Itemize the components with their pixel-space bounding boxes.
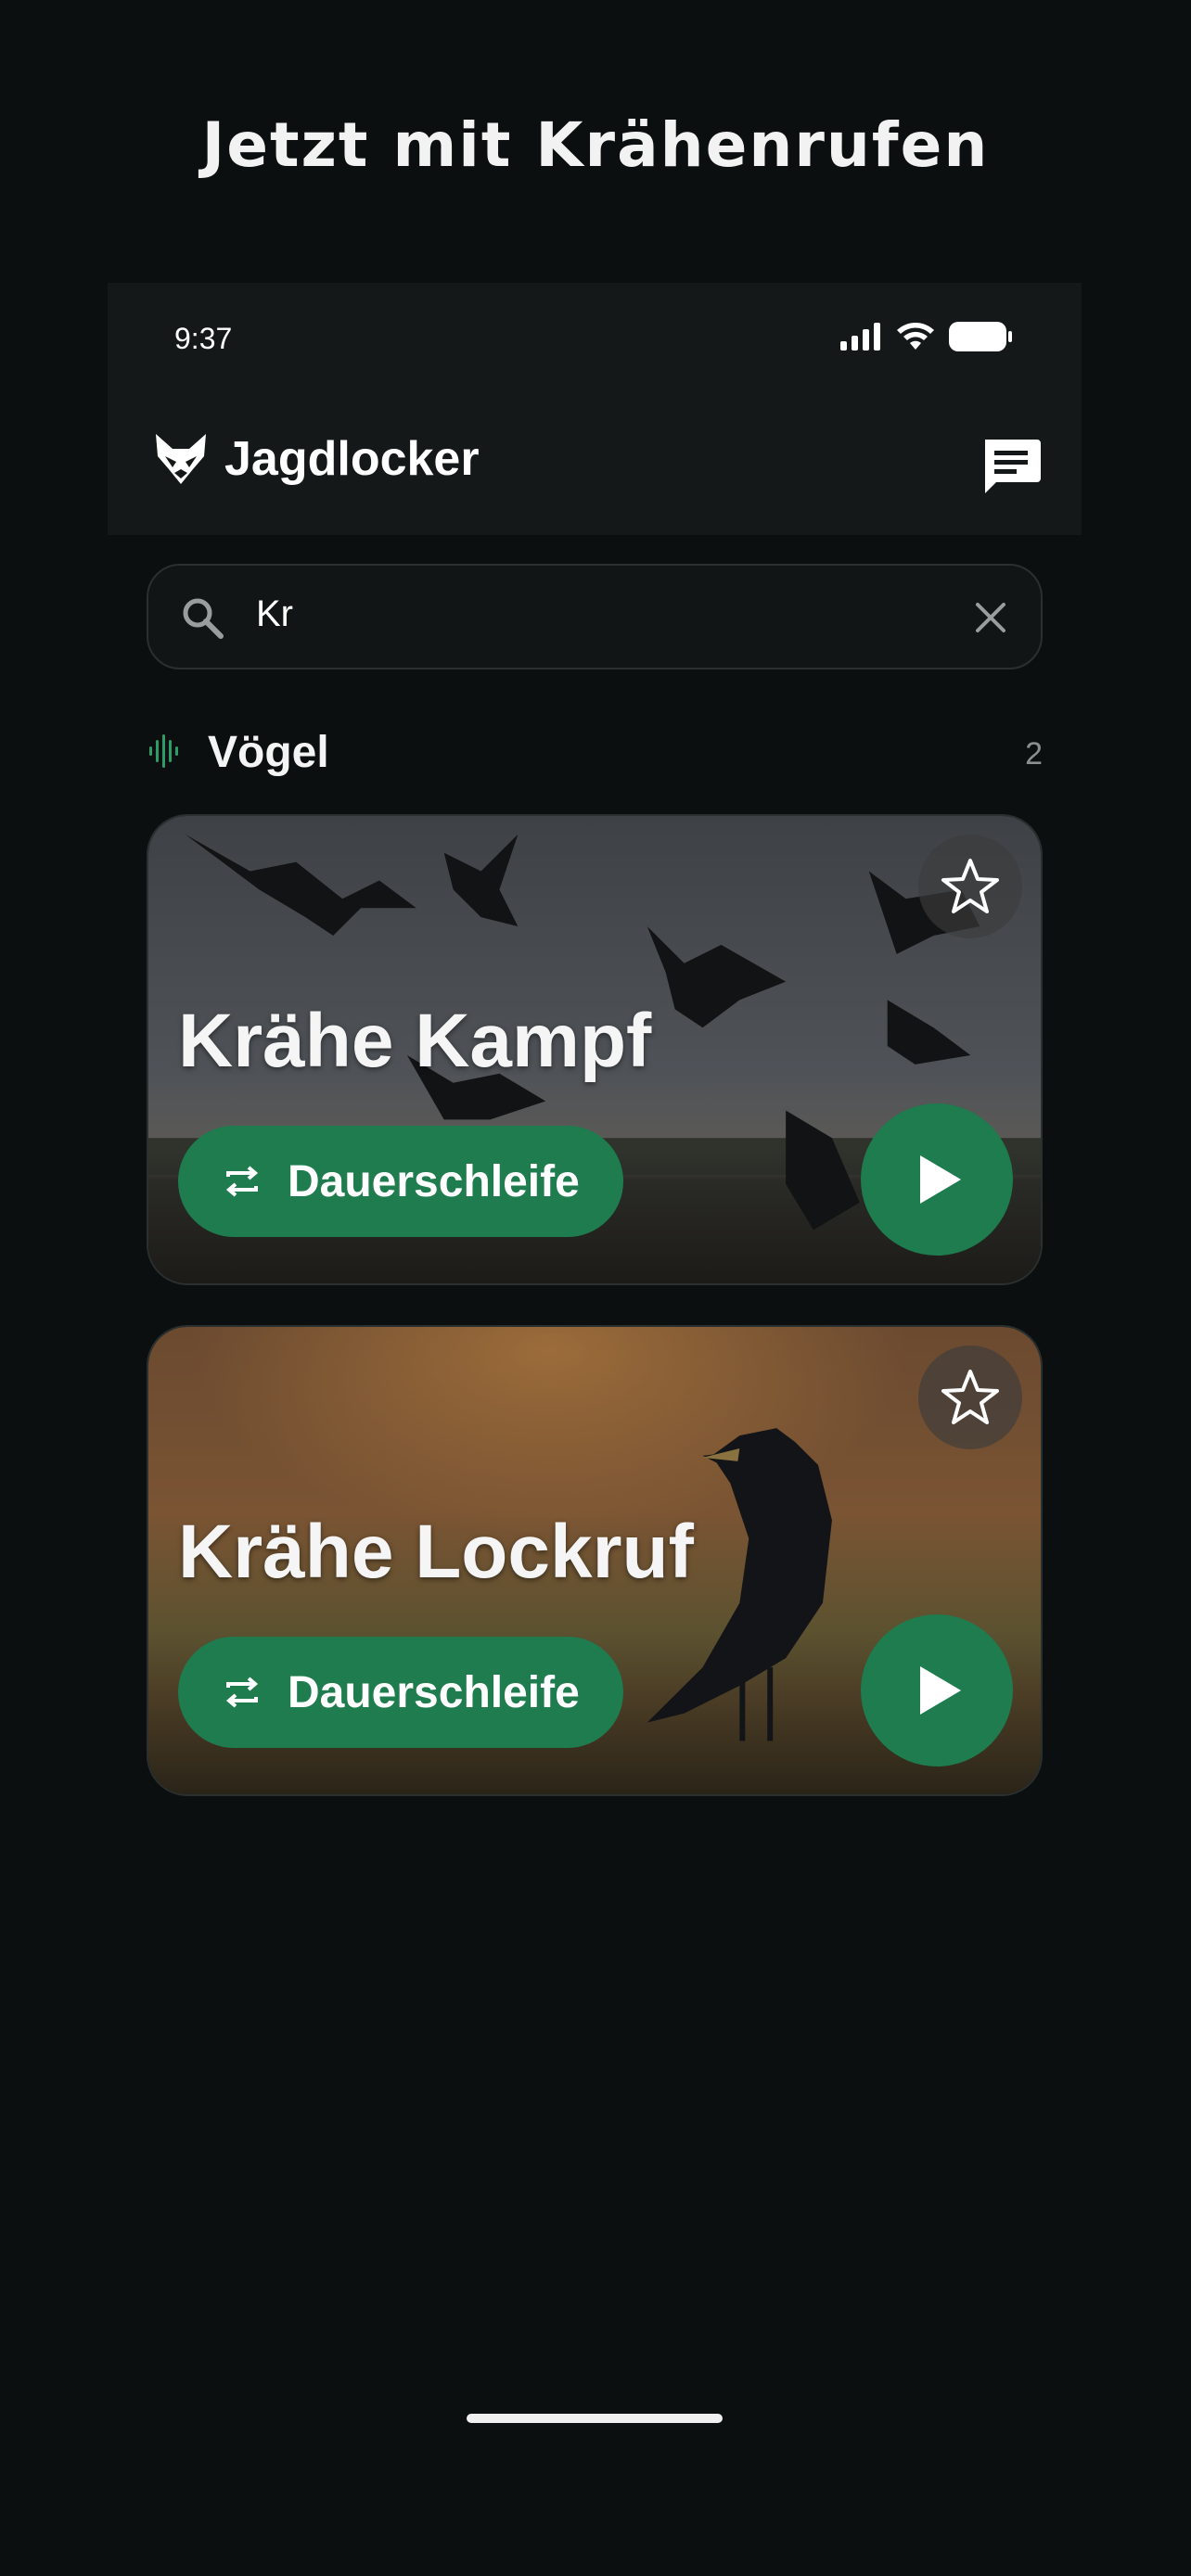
cellular-signal-icon [840, 323, 880, 351]
search-input[interactable]: Kr [256, 593, 293, 635]
card-title: Krähe Lockruf [178, 1510, 694, 1594]
card-title: Krähe Kampf [178, 999, 652, 1083]
loop-button[interactable]: Dauerschleife [178, 1637, 623, 1748]
loop-button[interactable]: Dauerschleife [178, 1126, 623, 1237]
status-time: 9:37 [174, 322, 233, 355]
sound-card-kraehe-lockruf[interactable]: Krähe Lockruf Dauerschleife [147, 1325, 1043, 1796]
star-outline-icon [941, 1370, 999, 1424]
battery-icon [949, 322, 1012, 351]
repeat-icon [225, 1166, 259, 1197]
app-top-bar: 9:37 Jagdlocker [108, 283, 1082, 535]
chat-button[interactable] [980, 436, 1043, 499]
star-outline-icon [941, 859, 999, 913]
loop-label: Dauerschleife [288, 1156, 580, 1206]
sound-wave-icon [149, 734, 178, 768]
app-title: Jagdlocker [224, 432, 480, 486]
loop-label: Dauerschleife [288, 1667, 580, 1717]
home-indicator[interactable] [467, 2414, 723, 2423]
search-icon [183, 598, 224, 639]
play-icon [920, 1666, 961, 1715]
status-icons [840, 320, 1013, 353]
section-header: Vögel 2 [148, 723, 1043, 779]
close-icon[interactable] [972, 599, 1009, 636]
section-title: Vögel [208, 728, 329, 777]
repeat-icon [225, 1677, 259, 1708]
favorite-button[interactable] [918, 1345, 1022, 1449]
promo-headline: Jetzt mit Krähenrufen [201, 109, 990, 181]
search-field[interactable]: Kr [147, 564, 1043, 670]
play-icon [920, 1155, 961, 1204]
section-count: 2 [1025, 736, 1043, 772]
play-button[interactable] [861, 1614, 1013, 1766]
wifi-icon [897, 323, 934, 350]
app-header: Jagdlocker [152, 431, 480, 487]
favorite-button[interactable] [918, 835, 1022, 938]
fox-head-icon [156, 434, 206, 484]
sound-card-kraehe-kampf[interactable]: Krähe Kampf Dauerschleife [147, 814, 1043, 1285]
play-button[interactable] [861, 1103, 1013, 1256]
chat-bubble-icon [985, 440, 1041, 493]
